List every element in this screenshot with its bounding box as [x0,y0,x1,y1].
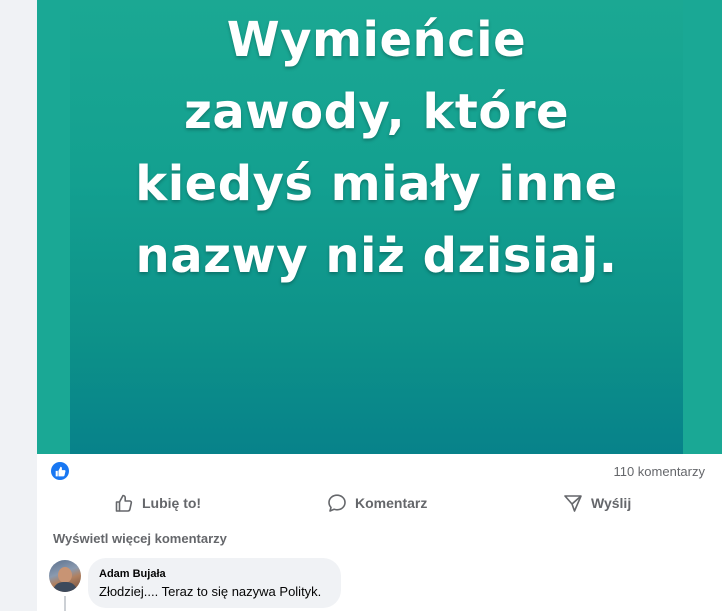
thread-line [64,596,66,611]
comment-item: Adam Bujała Złodziej.... Teraz to się na… [49,558,709,611]
image-caption: Wymieńcie zawody, które kiedyś miały inn… [70,4,683,292]
share-button-label: Wyślij [591,495,632,511]
reaction-stats-bar: 110 komentarzy [37,454,722,488]
post-actions: Lubię to! Komentarz Wyślij [37,488,722,518]
post-image-panel: Wymieńcie zawody, które kiedyś miały inn… [70,0,683,454]
comment-author[interactable]: Adam Bujała [99,568,166,580]
comment-count[interactable]: 110 komentarzy [613,464,705,479]
image-caption-line: nazwy niż dzisiaj. [135,228,618,284]
post-card: Wymieńcie zawody, które kiedyś miały inn… [37,0,722,611]
like-button-label: Lubię to! [142,495,202,511]
send-icon [563,493,583,513]
like-icon[interactable] [51,462,69,480]
comment-text: Złodziej.... Teraz to się nazywa Polityk… [99,584,322,599]
avatar[interactable] [49,560,81,592]
image-caption-line: zawody, które [183,84,570,140]
post-image[interactable]: Wymieńcie zawody, które kiedyś miały inn… [37,0,722,454]
comment-button-label: Komentarz [355,495,428,511]
thumbs-up-icon [114,493,134,513]
comment-button[interactable]: Komentarz [327,488,427,518]
avatar-face [58,567,72,583]
avatar-shirt [53,582,77,592]
comment-bubble-icon [327,493,347,513]
image-caption-line: kiedyś miały inne [135,156,618,212]
share-button[interactable]: Wyślij [563,488,631,518]
view-more-comments-link[interactable]: Wyświetl więcej komentarzy [53,531,227,546]
like-button[interactable]: Lubię to! [114,488,201,518]
comment-bubble: Adam Bujała Złodziej.... Teraz to się na… [88,558,341,608]
image-caption-line: Wymieńcie [226,12,527,68]
